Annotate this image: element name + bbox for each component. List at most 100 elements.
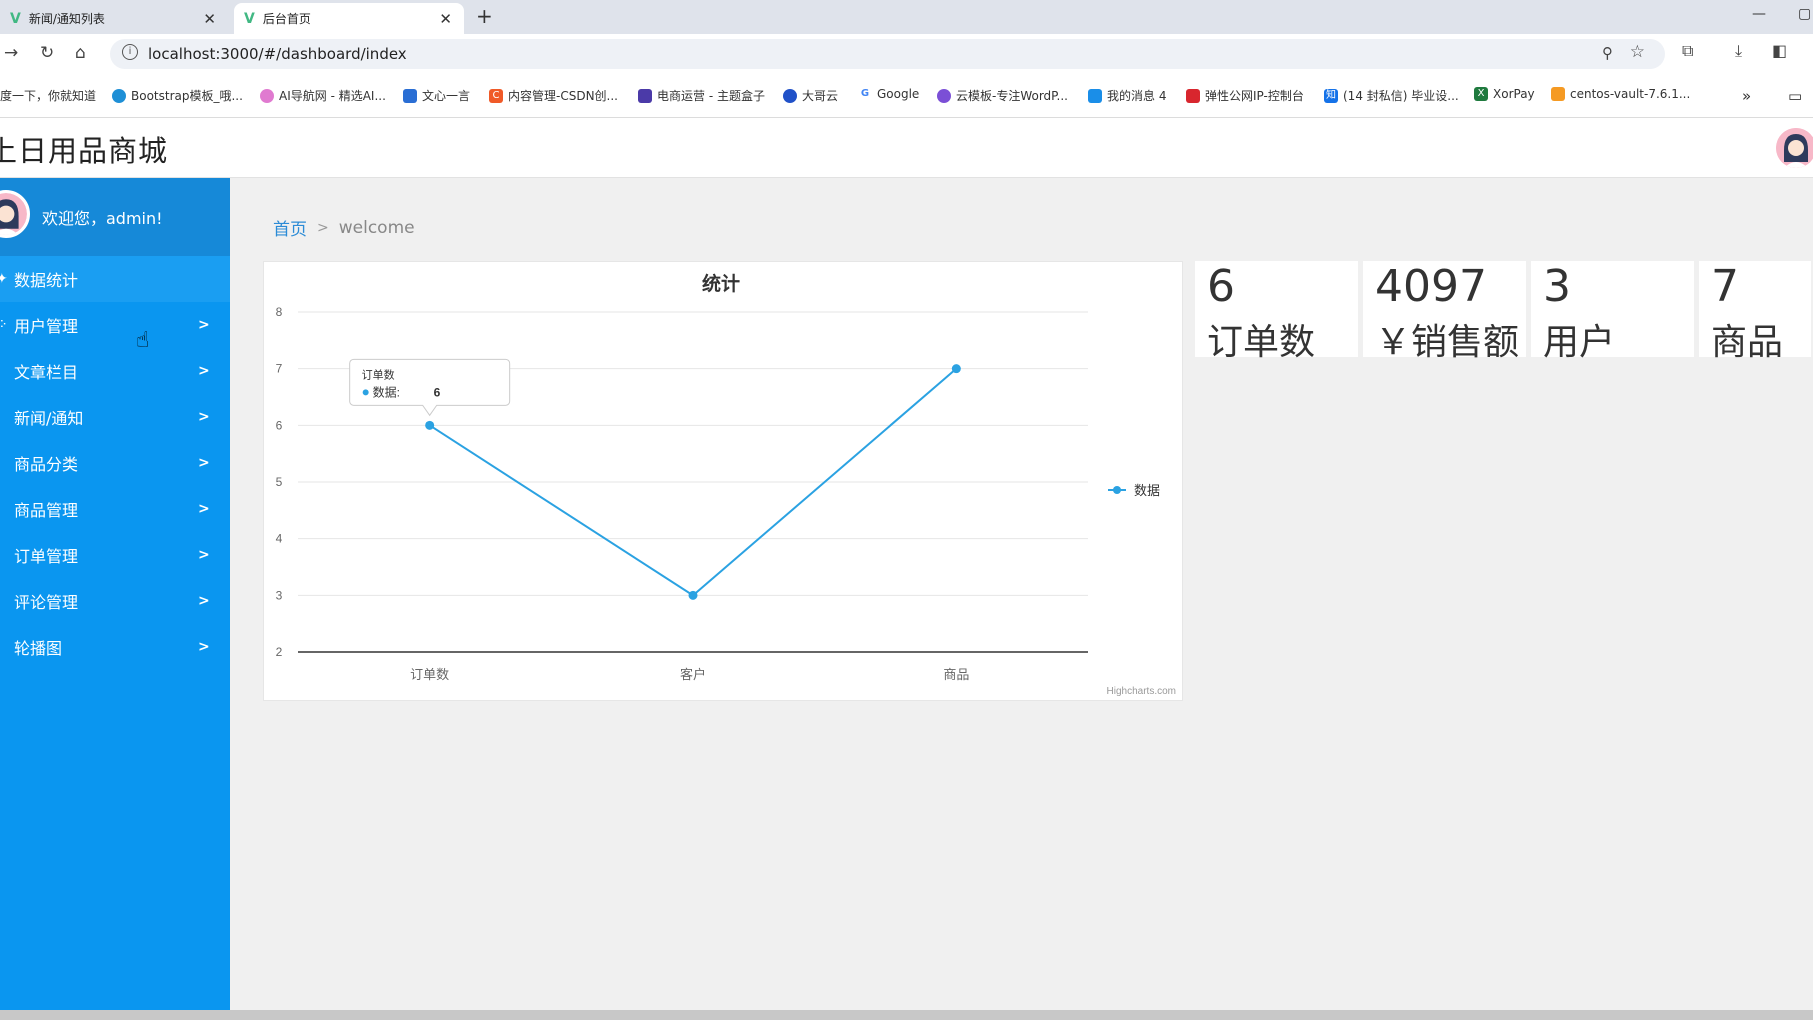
bookmark-item[interactable]: Bootstrap模板_哦... [112, 87, 243, 104]
bookmark-favicon-icon [403, 88, 417, 103]
vue-logo-icon: V [244, 10, 255, 27]
restore-icon[interactable]: ▢ [1798, 6, 1811, 22]
article-icon: ▏ [0, 363, 7, 379]
bookmark-star-icon[interactable]: ☆ [1630, 42, 1645, 62]
bookmark-item[interactable]: 我的消息 4 [1088, 87, 1166, 104]
line-chart: 统计2345678订单数 客户 商品数据订单数数据: 6Highcharts.com [276, 272, 1176, 697]
bookmark-favicon-icon [112, 88, 126, 103]
bookmark-item[interactable]: 云模板-专注WordP... [937, 87, 1068, 104]
sidebar-item-label: 用户管理 [14, 317, 79, 336]
y-tick-label: 8 [276, 305, 283, 319]
stat-value: 4097 [1375, 261, 1487, 312]
sidebar-item-product-management[interactable]: 商品管理 > [0, 486, 230, 532]
bookmark-favicon-icon [1551, 87, 1565, 101]
side-panel-icon[interactable]: ◧ [1772, 41, 1787, 60]
new-tab-icon[interactable]: + [476, 4, 493, 28]
horizontal-scrollbar[interactable] [0, 1010, 1813, 1020]
breadcrumb-current: welcome [338, 217, 415, 238]
sidebar-item-carousel[interactable]: 轮播图 > [0, 624, 230, 670]
bookmark-item[interactable]: X XorPay [1474, 87, 1535, 101]
bookmark-item[interactable]: G Google [858, 87, 919, 101]
users-icon: ⁘ [0, 317, 8, 333]
bookmark-favicon-icon: 知 [1324, 88, 1338, 103]
breadcrumb-separator: > [317, 219, 329, 236]
tab-label: 新闻/通知列表 [28, 12, 105, 26]
bookmark-item[interactable]: centos-vault-7.6.1... [1551, 87, 1690, 101]
tab-label: 后台首页 [262, 12, 311, 26]
vue-logo-icon: V [10, 10, 21, 27]
welcome-panel: 欢迎您，admin! [0, 178, 230, 256]
sidebar-item-news[interactable]: ▏ 新闻/通知 > [0, 394, 230, 440]
bookmark-favicon-icon [260, 88, 274, 103]
chevron-right-icon: > [198, 317, 210, 333]
chevron-right-icon: > [198, 363, 210, 379]
bookmark-item[interactable]: 知 (14 封私信) 毕业设... [1324, 87, 1459, 104]
bookmark-item[interactable]: 大哥云 [783, 87, 838, 104]
stat-card-products: 7 商品 [1699, 261, 1813, 363]
chevron-right-icon: > [198, 409, 210, 425]
sidebar-item-label: 订单管理 [14, 547, 79, 566]
tooltip-value: 6 [434, 385, 441, 399]
browser-tab-news[interactable]: V 新闻/通知列表 ✕ [0, 3, 228, 34]
bookmark-item[interactable]: 电商运营 - 主题盒子 [638, 87, 765, 104]
chevron-right-icon: > [198, 501, 210, 517]
bookmark-item[interactable]: 弹性公网IP-控制台 [1186, 87, 1304, 104]
minimize-icon[interactable]: — [1752, 6, 1766, 22]
browser-tab-dashboard[interactable]: V 后台首页 ✕ [234, 3, 464, 34]
breadcrumb-home-link[interactable]: 首页 [273, 215, 307, 240]
download-icon[interactable]: ⤓ [1735, 41, 1742, 61]
home-icon[interactable]: ⌂ [75, 43, 86, 63]
google-icon: G [858, 87, 872, 101]
reload-icon[interactable]: ↻ [40, 43, 54, 63]
y-tick-label: 6 [276, 418, 283, 432]
user-avatar[interactable] [1776, 128, 1813, 168]
sidebar-item-label: 数据统计 [14, 271, 79, 290]
forward-icon[interactable]: → [4, 43, 18, 63]
close-tab-icon[interactable]: ✕ [203, 10, 216, 28]
stat-card-orders: 6 订单数 [1195, 261, 1360, 363]
bookmark-item[interactable]: C 内容管理-CSDN创... [489, 87, 618, 104]
chart-title: 统计 [702, 272, 740, 295]
sidebar-item-order-management[interactable]: ▏ 订单管理 > [0, 532, 230, 578]
avatar [0, 190, 30, 238]
tooltip-marker [362, 389, 369, 396]
close-tab-icon[interactable]: ✕ [439, 10, 452, 28]
bookmark-favicon-icon [783, 88, 797, 103]
y-tick-label: 4 [276, 532, 283, 546]
stat-label: ￥销售额 [1375, 322, 1520, 363]
sidebar-item-data-stats[interactable]: ✦ 数据统计 [0, 256, 230, 302]
sidebar-item-product-categories[interactable]: ▏ 商品分类 > [0, 440, 230, 486]
mouse-pointer-icon: ☝ [136, 328, 150, 353]
url-field[interactable]: i localhost:3000/#/dashboard/index ⚲ ☆ [110, 39, 1665, 69]
sidebar-item-article-columns[interactable]: ▏ 文章栏目 > [0, 348, 230, 394]
sidebar-item-user-management[interactable]: ⁘ 用户管理 > [0, 302, 230, 348]
data-point [688, 590, 698, 600]
bookmark-item[interactable]: 度一下，你就知道 [0, 87, 96, 104]
x-tick-label: 客户 [680, 667, 706, 682]
zoom-icon[interactable]: ⚲ [1602, 44, 1613, 62]
chart-credit: Highcharts.com [1107, 686, 1176, 697]
welcome-text: 欢迎您，admin! [42, 209, 163, 228]
chevron-right-icon: > [198, 547, 210, 563]
legend-label: 数据 [1134, 483, 1160, 498]
bookmarks-bar: 度一下，你就知道 Bootstrap模板_哦... AI导航网 - 精选AI..… [0, 74, 1813, 118]
stat-value: 3 [1543, 261, 1571, 312]
category-icon: ▏ [0, 455, 7, 471]
bookmark-item[interactable]: AI导航网 - 精选AI... [260, 87, 386, 104]
extensions-icon[interactable]: ⧉ [1682, 41, 1693, 61]
comment-icon: ▏ [0, 593, 7, 609]
browser-tab-bar: V 新闻/通知列表 ✕ V 后台首页 ✕ + — ▢ [0, 0, 1813, 34]
site-info-icon[interactable]: i [122, 44, 138, 60]
bookmark-favicon-icon [1088, 88, 1102, 103]
more-bookmarks-icon[interactable]: » [1742, 87, 1751, 105]
legend-marker [1113, 486, 1121, 494]
breadcrumb: 首页 > welcome [273, 215, 415, 241]
sidebar-item-comment-management[interactable]: ▏ 评论管理 > [0, 578, 230, 624]
tooltip-category: 订单数 [362, 368, 395, 381]
sidebar-item-label: 商品管理 [14, 501, 79, 520]
bookmark-item[interactable]: 文心一言 [403, 87, 470, 104]
app-title: 上日用品商城 [0, 134, 169, 168]
folder-icon[interactable]: ▭ [1788, 87, 1802, 105]
chart-card: 统计 2 3 4 5 6 7 8 订单数 客户 商品 数据 订单数 数据: 6 Highcharts.com [263, 261, 1183, 701]
x-tick-label: 商品 [943, 667, 969, 682]
